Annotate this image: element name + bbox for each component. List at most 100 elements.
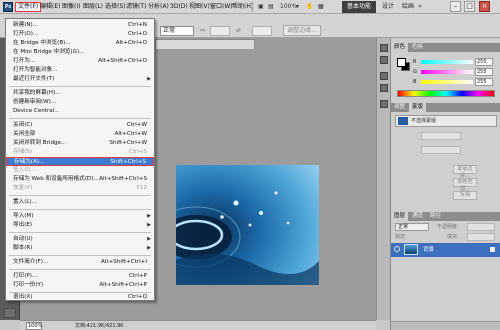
- layer-name: 背景: [423, 247, 435, 253]
- tab-paths[interactable]: 路径: [427, 212, 444, 221]
- bridge-icon[interactable]: ▣: [258, 2, 264, 12]
- layers-panel-footer: [391, 321, 500, 330]
- tab-adjustments[interactable]: 调整: [391, 103, 408, 112]
- menu-item-label: 退出(X): [13, 294, 33, 300]
- width-field[interactable]: [210, 26, 230, 36]
- menu-image[interactable]: 图像(I): [60, 2, 82, 12]
- layer-row[interactable]: 背景: [391, 243, 500, 257]
- height-field[interactable]: [252, 26, 272, 36]
- menu-item-label: 在 Bridge 中浏览(B)...: [13, 40, 71, 46]
- swap-icon[interactable]: ⇄: [236, 26, 241, 36]
- menu-item-label: 共享我的屏幕(H)...: [13, 90, 61, 96]
- workspace-design-link[interactable]: 设计: [382, 1, 394, 13]
- color-slider-r[interactable]: R 255: [397, 58, 495, 66]
- menu-item-label: 打印(P)...: [13, 273, 38, 279]
- arrange-documents-icon[interactable]: ▦: [318, 2, 324, 12]
- water-splash-image: [176, 165, 319, 285]
- menu-item-exit[interactable]: 退出(X) Ctrl+Q: [6, 293, 154, 302]
- menu-item-label: 创建新审阅(W)...: [13, 99, 57, 105]
- menu-item-close-go-bridge[interactable]: 关闭并转到 Bridge... Shift+Ctrl+W: [6, 139, 154, 148]
- maximize-icon[interactable]: □: [464, 1, 475, 12]
- color-slider-b[interactable]: B 255: [397, 78, 495, 86]
- tab-color[interactable]: 颜色: [391, 43, 409, 52]
- clone-source-panel-icon[interactable]: [380, 84, 388, 92]
- menu-separator: [252, 2, 253, 12]
- menu-item-open-as[interactable]: 打开为... Alt+Shift+Ctrl+O: [6, 57, 154, 66]
- menu-item-create-review[interactable]: 创建新审阅(W)...: [6, 98, 154, 107]
- menu-item-shortcut: Alt+Shift+Ctrl+S: [99, 176, 147, 182]
- menu-item-place[interactable]: 置入(L)...: [6, 198, 154, 207]
- channel-value-field[interactable]: 255: [475, 68, 493, 76]
- eye-icon[interactable]: [394, 246, 400, 252]
- status-zoom-field[interactable]: 100%: [26, 322, 42, 330]
- blend-mode-select[interactable]: 正常: [395, 223, 429, 231]
- character-panel-icon[interactable]: [380, 100, 388, 108]
- channel-value-field[interactable]: 255: [475, 58, 493, 66]
- menu-item-label: 关闭并转到 Bridge...: [13, 140, 67, 146]
- menu-item-automate[interactable]: 自动(U) ▶: [6, 235, 154, 244]
- mask-selector[interactable]: 不选择蒙版: [395, 115, 497, 127]
- menu-item-close[interactable]: 关闭(C) Ctrl+W: [6, 121, 154, 130]
- menu-item-shortcut: Alt+Ctrl+W: [114, 131, 147, 137]
- menu-filter[interactable]: 滤镜(T): [124, 2, 148, 12]
- menu-item-device-central[interactable]: Device Central...: [6, 107, 154, 116]
- menu-edit[interactable]: 编辑(E): [38, 2, 62, 12]
- menu-separator: [9, 255, 151, 256]
- channel-slider-bar[interactable]: [421, 60, 473, 64]
- tab-channels[interactable]: 通道: [409, 212, 426, 221]
- menu-item-scripts[interactable]: 脚本(R) ▶: [6, 244, 154, 253]
- quick-mask-icon[interactable]: [4, 308, 16, 318]
- mask-edge-button: 蒙版边缘...: [453, 165, 477, 179]
- menu-layer[interactable]: 图层(L): [81, 2, 105, 12]
- menu-item-export[interactable]: 导出(E) ▶: [6, 221, 154, 230]
- channel-slider-bar[interactable]: [421, 80, 473, 84]
- mini-bridge-icon[interactable]: ▤: [268, 2, 274, 12]
- document-size-info[interactable]: 文档:421.9K/421.9K: [75, 321, 124, 330]
- chevron-down-icon[interactable]: ▾: [296, 2, 299, 12]
- menu-item-open-smart-object[interactable]: 打开为智能对象...: [6, 66, 154, 75]
- close-icon[interactable]: ×: [479, 1, 490, 12]
- workspace-essentials-button[interactable]: 基本功能: [342, 1, 376, 13]
- menu-item-import[interactable]: 导入(M) ▶: [6, 212, 154, 221]
- opacity-field[interactable]: [467, 223, 495, 231]
- invert-button: 反相: [453, 191, 477, 200]
- menu-item-recent-files[interactable]: 最近打开文件(T) ▶: [6, 75, 154, 84]
- menu-item-print-one-copy[interactable]: 打印一份(Y) Alt+Shift+Ctrl+P: [6, 281, 154, 290]
- menu-item-label: 打开为智能对象...: [13, 67, 58, 73]
- channel-slider-bar[interactable]: [421, 70, 473, 74]
- menu-item-browse-mini-bridge[interactable]: 在 Mini Bridge 中浏览(G)...: [6, 48, 154, 57]
- workspace-more-icon[interactable]: »: [418, 1, 422, 13]
- submenu-arrow-icon: ▶: [147, 245, 151, 251]
- menu-item-save-as[interactable]: 存储为(A)... Shift+Ctrl+S: [6, 157, 154, 166]
- mode-select[interactable]: 正常: [160, 26, 194, 36]
- menu-item-close-all[interactable]: 关闭全部 Alt+Ctrl+W: [6, 130, 154, 139]
- hand-tool-icon[interactable]: ✋: [306, 2, 313, 12]
- menu-item-new[interactable]: 新建(N)... Ctrl+N: [6, 21, 154, 30]
- color-slider-g[interactable]: G 255: [397, 68, 495, 76]
- menu-item-open[interactable]: 打开(O)... Ctrl+O: [6, 30, 154, 39]
- menu-item-file-info[interactable]: 文件简介(F)... Alt+Shift+Ctrl+I: [6, 258, 154, 267]
- refine-edge-button[interactable]: 调整边缘...: [283, 25, 321, 36]
- menu-item-save-for-web[interactable]: 存储为 Web 和设备所用格式(D)... Alt+Shift+Ctrl+S: [6, 175, 154, 184]
- document-tab[interactable]: [155, 39, 255, 49]
- history-panel-icon[interactable]: [380, 44, 388, 52]
- menu-item-print[interactable]: 打印(P)... Ctrl+P: [6, 272, 154, 281]
- channel-value-field[interactable]: 255: [475, 78, 493, 86]
- tab-masks[interactable]: 蒙版: [409, 103, 427, 112]
- menu-item-share-screen[interactable]: 共享我的屏幕(H)...: [6, 89, 154, 98]
- menu-item-shortcut: Ctrl+O: [127, 31, 147, 37]
- brush-panel-icon[interactable]: [380, 72, 388, 80]
- menu-item-browse-bridge[interactable]: 在 Bridge 中浏览(B)... Alt+Ctrl+O: [6, 39, 154, 48]
- color-ramp[interactable]: [397, 90, 495, 97]
- channel-label: R: [413, 59, 417, 65]
- tab-swatches[interactable]: 色板: [409, 43, 426, 52]
- mask-thumbnail: [398, 117, 408, 125]
- workspace-painting-link[interactable]: 绘画: [402, 1, 414, 13]
- fill-field[interactable]: [467, 233, 495, 241]
- menu-separator: [9, 195, 151, 196]
- tab-layers[interactable]: 图层: [391, 212, 409, 221]
- minimize-icon[interactable]: –: [450, 1, 461, 12]
- zoom-level[interactable]: 100%: [280, 2, 297, 12]
- menu-separator: [9, 209, 151, 210]
- actions-panel-icon[interactable]: [380, 56, 388, 64]
